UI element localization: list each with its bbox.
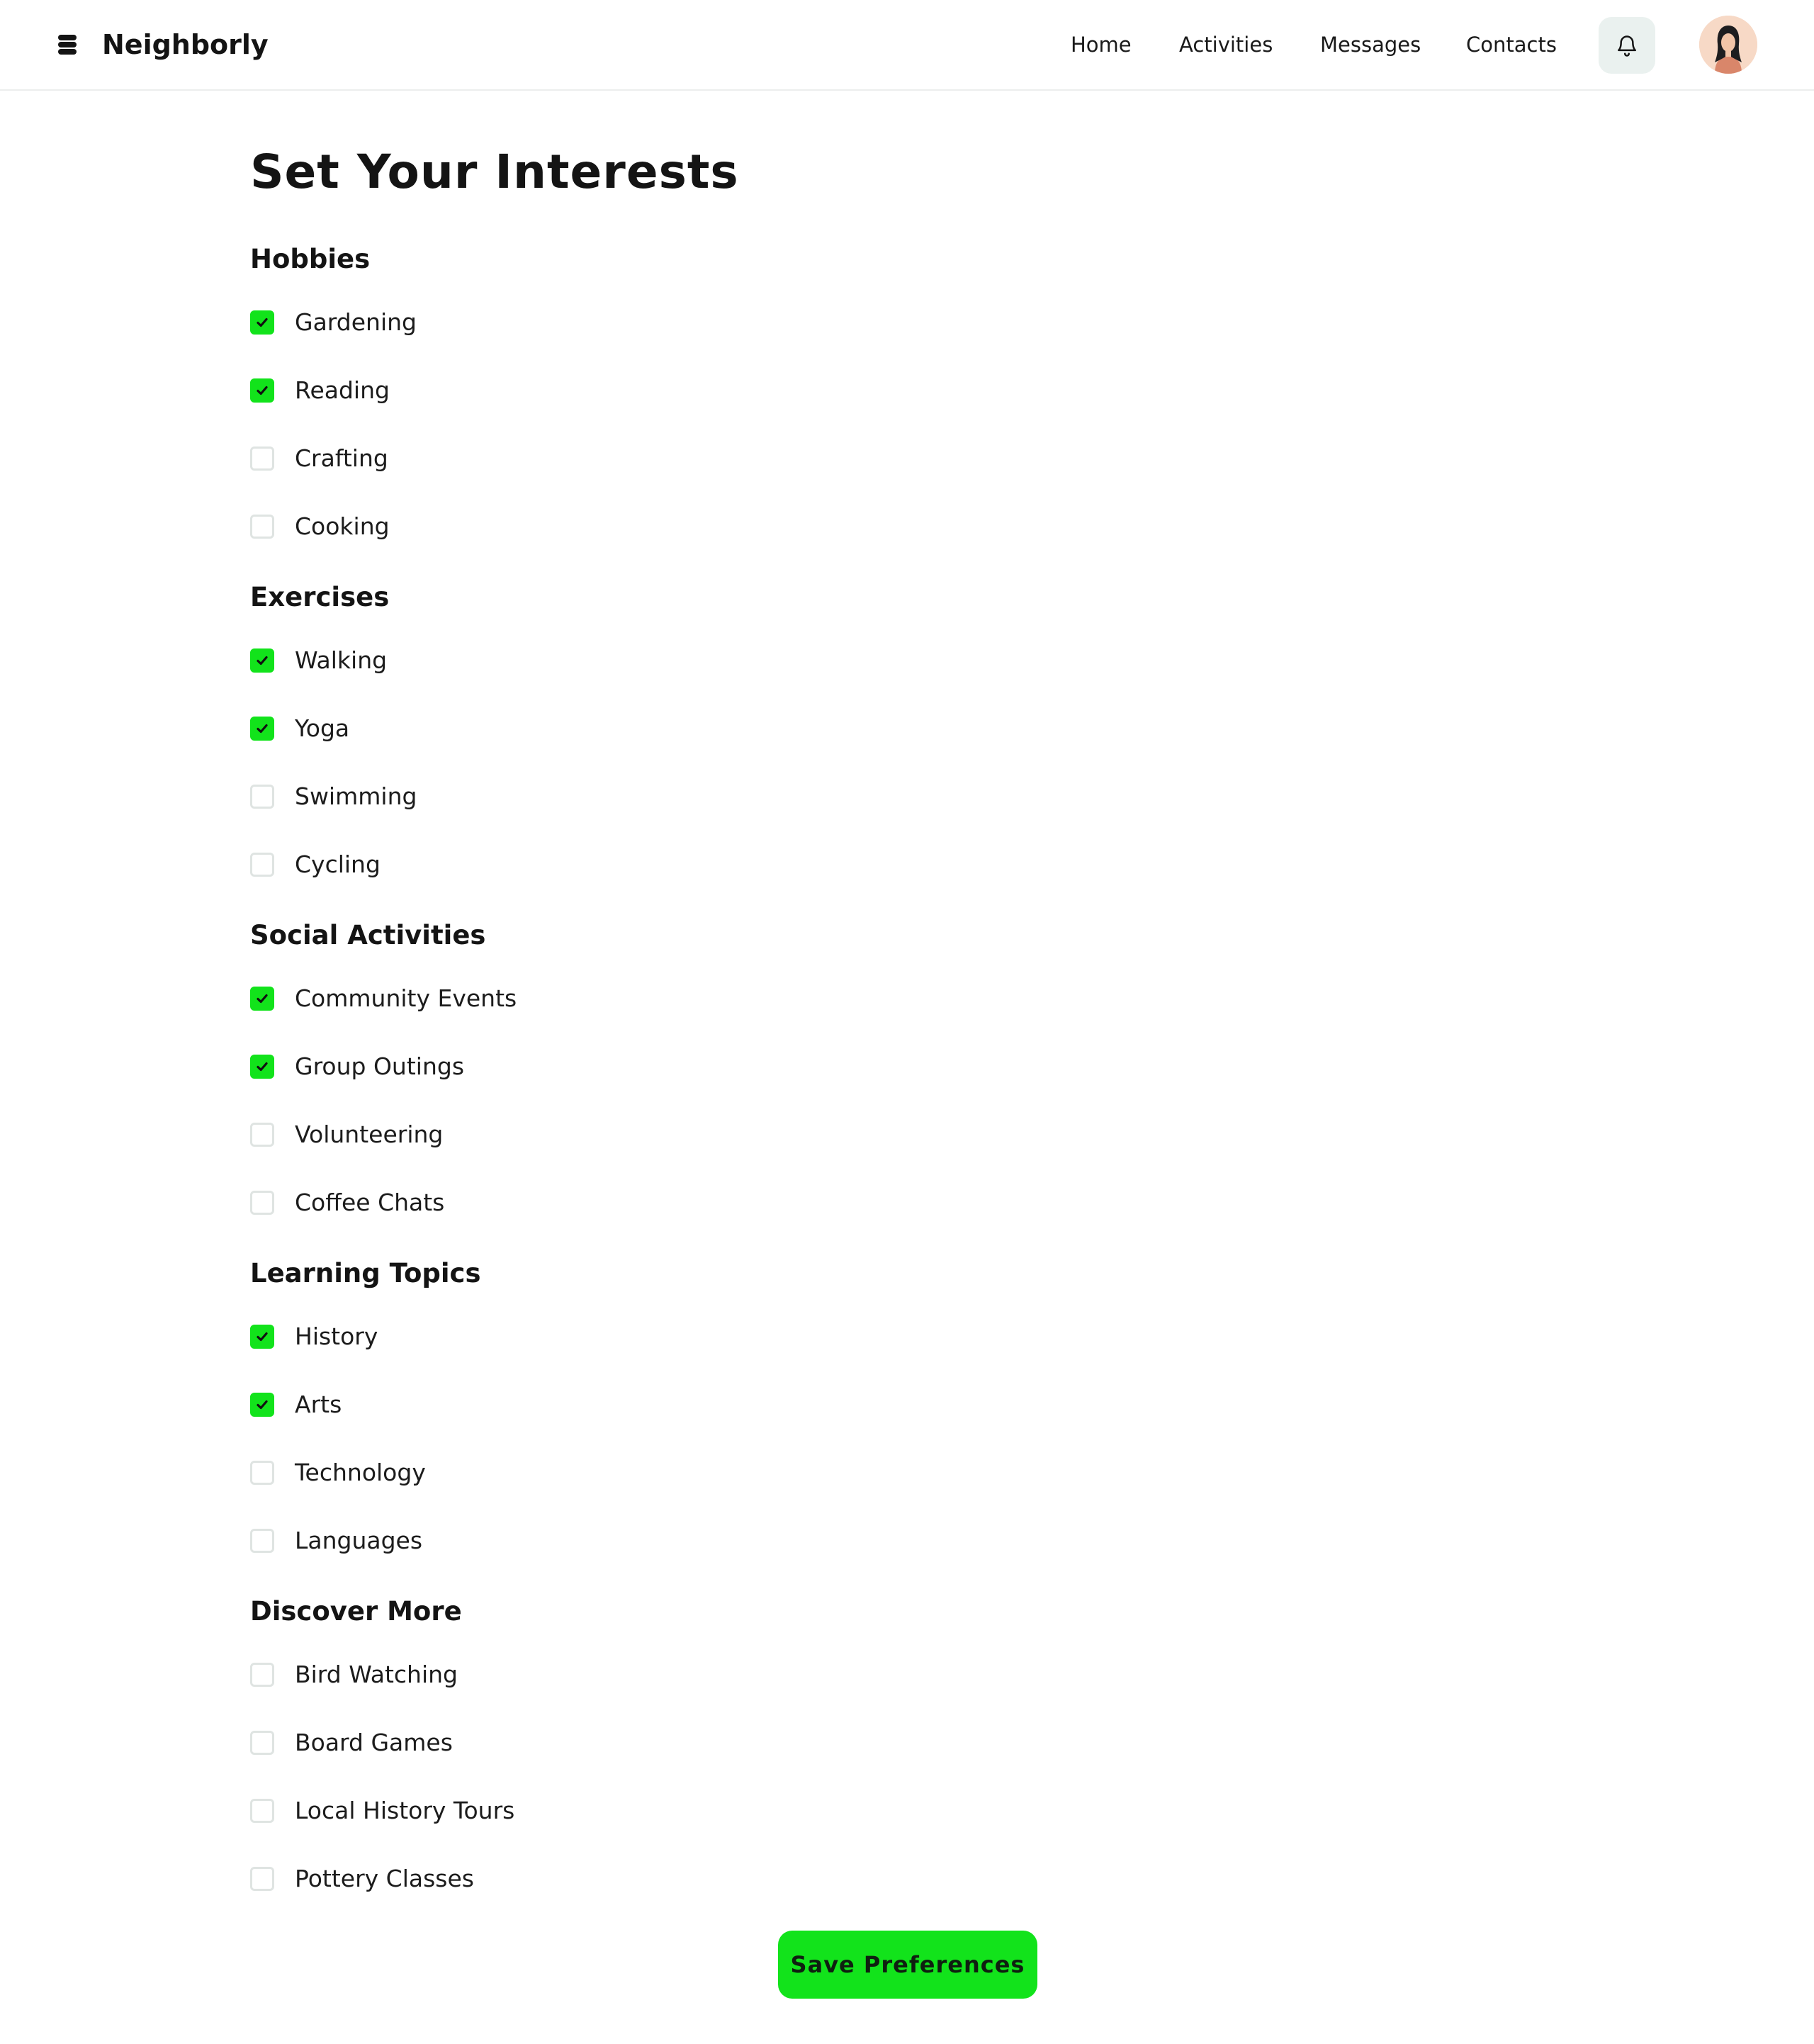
nav-messages[interactable]: Messages <box>1320 31 1421 58</box>
checkmark-icon <box>257 656 268 666</box>
interest-option-reading[interactable]: Reading <box>250 371 390 410</box>
interest-option-crafting[interactable]: Crafting <box>250 439 388 478</box>
checkmark-icon <box>257 318 268 327</box>
checkbox-group-outings[interactable] <box>250 1055 274 1079</box>
interest-option-cycling[interactable]: Cycling <box>250 845 381 885</box>
checkbox-community-events[interactable] <box>250 987 274 1011</box>
interest-option-pottery-classes[interactable]: Pottery Classes <box>250 1859 474 1899</box>
interest-option-gardening[interactable]: Gardening <box>250 303 417 342</box>
checkmark-icon <box>257 1062 268 1072</box>
checkbox-gardening[interactable] <box>250 310 274 335</box>
option-label: Swimming <box>295 782 417 810</box>
section-title-hobbies: Hobbies <box>250 244 371 274</box>
interest-option-volunteering[interactable]: Volunteering <box>250 1115 443 1155</box>
interest-option-history[interactable]: History <box>250 1317 378 1357</box>
checkbox-languages[interactable] <box>250 1529 274 1553</box>
option-label: Bird Watching <box>295 1661 458 1688</box>
option-label: Local History Tours <box>295 1797 515 1824</box>
option-label: Community Events <box>295 984 517 1012</box>
section-title-learning-topics: Learning Topics <box>250 1258 481 1288</box>
interest-option-community-events[interactable]: Community Events <box>250 979 517 1018</box>
checkbox-arts[interactable] <box>250 1393 274 1417</box>
checkbox-cooking[interactable] <box>250 515 274 539</box>
checkbox-crafting[interactable] <box>250 447 274 471</box>
user-avatar[interactable] <box>1699 16 1757 74</box>
option-label: Arts <box>295 1391 342 1418</box>
checkbox-reading[interactable] <box>250 378 274 403</box>
bell-icon <box>1617 35 1637 57</box>
section-title-exercises: Exercises <box>250 582 390 612</box>
interest-option-board-games[interactable]: Board Games <box>250 1723 453 1763</box>
interest-option-languages[interactable]: Languages <box>250 1521 422 1561</box>
checkbox-technology[interactable] <box>250 1461 274 1485</box>
option-label: Gardening <box>295 308 417 336</box>
interest-option-group-outings[interactable]: Group Outings <box>250 1047 464 1086</box>
nav-home[interactable]: Home <box>1071 31 1132 58</box>
option-label: Pottery Classes <box>295 1865 474 1892</box>
page-title: Set Your Interests <box>250 145 739 199</box>
option-label: Coffee Chats <box>295 1189 445 1216</box>
avatar-portrait-icon <box>1699 16 1757 74</box>
checkbox-walking[interactable] <box>250 648 274 673</box>
nav-activities[interactable]: Activities <box>1179 31 1273 58</box>
brand-name[interactable]: Neighborly <box>102 27 269 62</box>
checkbox-coffee-chats[interactable] <box>250 1191 274 1215</box>
checkbox-local-history-tours[interactable] <box>250 1799 274 1823</box>
interest-option-walking[interactable]: Walking <box>250 641 387 680</box>
save-preferences-button[interactable]: Save Preferences <box>778 1931 1037 1999</box>
option-label: Crafting <box>295 444 388 472</box>
checkbox-pottery-classes[interactable] <box>250 1867 274 1891</box>
checkbox-swimming[interactable] <box>250 785 274 809</box>
checkbox-volunteering[interactable] <box>250 1123 274 1147</box>
checkmark-icon <box>257 1400 268 1410</box>
section-title-social-activities: Social Activities <box>250 920 486 950</box>
option-label: Walking <box>295 646 388 674</box>
top-navigation-bar: Neighborly Home Activities Messages Cont… <box>0 0 1814 91</box>
interest-option-cooking[interactable]: Cooking <box>250 507 390 546</box>
checkmark-icon <box>257 386 268 395</box>
interest-option-coffee-chats[interactable]: Coffee Chats <box>250 1183 444 1223</box>
checkbox-cycling[interactable] <box>250 853 274 877</box>
option-label: Reading <box>295 376 390 404</box>
option-label: Board Games <box>295 1729 453 1756</box>
option-label: Technology <box>295 1459 426 1486</box>
checkbox-yoga[interactable] <box>250 717 274 741</box>
nav-contacts[interactable]: Contacts <box>1466 31 1557 58</box>
checkbox-history[interactable] <box>250 1325 274 1349</box>
checkbox-bird-watching[interactable] <box>250 1663 274 1687</box>
option-label: Cycling <box>295 850 381 878</box>
option-label: Group Outings <box>295 1052 465 1080</box>
option-label: Volunteering <box>295 1121 444 1148</box>
option-label: Cooking <box>295 512 390 540</box>
checkmark-icon <box>257 1332 268 1342</box>
interest-option-technology[interactable]: Technology <box>250 1453 426 1493</box>
checkbox-board-games[interactable] <box>250 1731 274 1755</box>
interest-option-yoga[interactable]: Yoga <box>250 709 349 748</box>
checkmark-icon <box>257 724 268 734</box>
stacked-discs-icon[interactable] <box>55 33 79 57</box>
section-title-discover-more: Discover More <box>250 1596 462 1627</box>
option-label: Yoga <box>295 714 350 742</box>
option-label: History <box>295 1323 378 1350</box>
notifications-button[interactable] <box>1599 17 1655 74</box>
interest-option-arts[interactable]: Arts <box>250 1385 342 1425</box>
interest-option-swimming[interactable]: Swimming <box>250 777 417 816</box>
checkmark-icon <box>257 994 268 1004</box>
interest-option-local-history-tours[interactable]: Local History Tours <box>250 1791 514 1831</box>
interest-option-bird-watching[interactable]: Bird Watching <box>250 1655 458 1695</box>
option-label: Languages <box>295 1527 423 1554</box>
